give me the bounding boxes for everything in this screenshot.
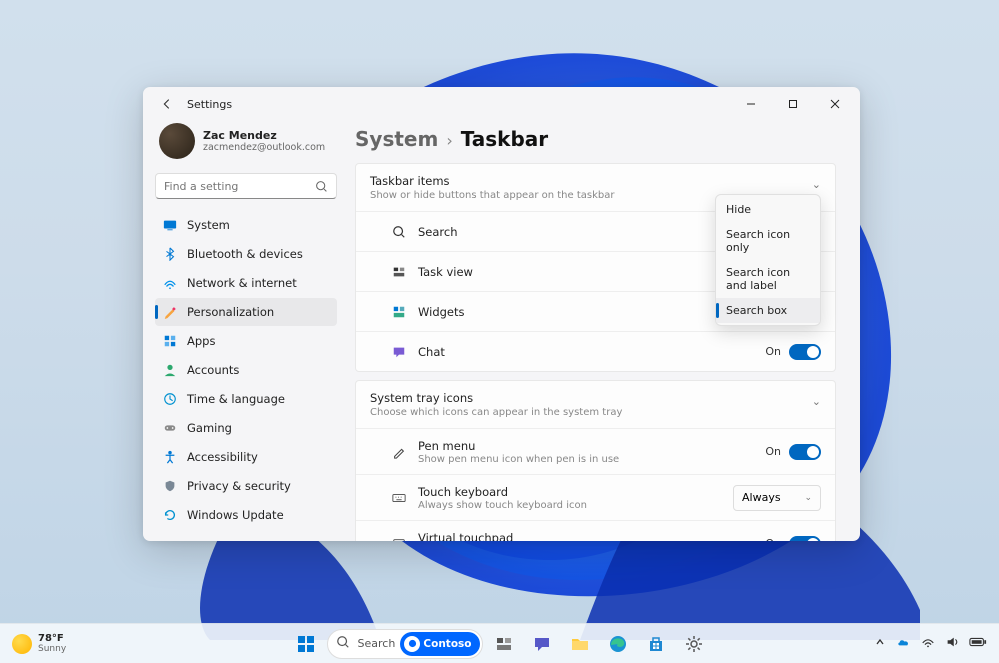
flyout-icon-label[interactable]: Search icon and label: [716, 260, 820, 298]
system-icon: [163, 218, 177, 232]
system-tray[interactable]: [874, 635, 987, 653]
nav-time[interactable]: Time & language: [155, 385, 337, 413]
chevron-down-icon: ⌄: [804, 493, 812, 503]
settings-search-input[interactable]: [164, 180, 315, 193]
search-icon: [392, 225, 406, 239]
nav-update[interactable]: Windows Update: [155, 501, 337, 529]
search-dropdown-flyout: Hide Search icon only Search icon and la…: [715, 194, 821, 326]
contoso-pill[interactable]: Contoso: [400, 632, 479, 656]
nav-apps[interactable]: Apps: [155, 327, 337, 355]
toggle-label: On: [765, 345, 781, 358]
org-icon: [404, 636, 420, 652]
group-system-tray: System tray icons Choose which icons can…: [355, 380, 836, 541]
nav-gaming[interactable]: Gaming: [155, 414, 337, 442]
volume-icon[interactable]: [945, 635, 959, 652]
profile-name: Zac Mendez: [203, 129, 325, 142]
chat-icon: [392, 345, 406, 359]
battery-icon[interactable]: [969, 636, 987, 651]
personalization-icon: [163, 305, 177, 319]
chat-toggle[interactable]: [789, 344, 821, 360]
sun-icon: [12, 634, 32, 654]
settings-button[interactable]: [677, 627, 711, 661]
flyout-hide[interactable]: Hide: [716, 197, 820, 222]
nav-personalization[interactable]: Personalization: [155, 298, 337, 326]
keyboard-icon: [392, 491, 406, 505]
search-icon: [336, 634, 354, 653]
nav-accounts[interactable]: Accounts: [155, 356, 337, 384]
profile-email: zacmendez@outlook.com: [203, 142, 325, 153]
flyout-search-box[interactable]: Search box: [716, 298, 820, 323]
group-taskbar-items: Taskbar items Show or hide buttons that …: [355, 163, 836, 372]
edge-button[interactable]: [601, 627, 635, 661]
chevron-down-icon: ⌄: [812, 395, 821, 408]
nav-privacy[interactable]: Privacy & security: [155, 472, 337, 500]
accessibility-icon: [163, 450, 177, 464]
wifi-icon[interactable]: [921, 635, 935, 652]
row-pen-menu[interactable]: Pen menuShow pen menu icon when pen is i…: [356, 428, 835, 474]
chat-button[interactable]: [525, 627, 559, 661]
touchpad-icon: [392, 537, 406, 542]
network-icon: [163, 276, 177, 290]
minimize-button[interactable]: [730, 90, 772, 118]
flyout-icon-only[interactable]: Search icon only: [716, 222, 820, 260]
main-content: System › Taskbar Taskbar items Show or h…: [343, 121, 860, 541]
row-touch-keyboard[interactable]: Touch keyboardAlways show touch keyboard…: [356, 474, 835, 520]
weather-widget[interactable]: 78°F Sunny: [12, 633, 66, 654]
settings-search-box[interactable]: [155, 173, 337, 199]
row-chat[interactable]: Chat On: [356, 331, 835, 371]
search-icon: [315, 180, 328, 193]
tray-chevron-icon[interactable]: [874, 636, 886, 651]
chevron-down-icon: ⌄: [812, 178, 821, 191]
gaming-icon: [163, 421, 177, 435]
back-button[interactable]: [153, 90, 181, 118]
titlebar: Settings: [143, 87, 860, 121]
maximize-button[interactable]: [772, 90, 814, 118]
sidebar: Zac Mendez zacmendez@outlook.com System …: [143, 121, 343, 541]
breadcrumb: System › Taskbar: [355, 121, 836, 163]
start-button[interactable]: [289, 627, 323, 661]
nav-bluetooth[interactable]: Bluetooth & devices: [155, 240, 337, 268]
profile-card[interactable]: Zac Mendez zacmendez@outlook.com: [155, 121, 337, 169]
settings-window: Settings Zac Mendez zacmendez@outlook.co…: [143, 87, 860, 541]
close-button[interactable]: [814, 90, 856, 118]
nav-system[interactable]: System: [155, 211, 337, 239]
pen-icon: [392, 445, 406, 459]
update-icon: [163, 508, 177, 522]
time-icon: [163, 392, 177, 406]
breadcrumb-current: Taskbar: [461, 127, 548, 151]
touchpad-toggle[interactable]: [789, 536, 821, 542]
privacy-icon: [163, 479, 177, 493]
widgets-icon: [392, 305, 406, 319]
group-header-system-tray[interactable]: System tray icons Choose which icons can…: [356, 381, 835, 428]
breadcrumb-parent[interactable]: System: [355, 127, 438, 151]
task-view-button[interactable]: [487, 627, 521, 661]
window-title: Settings: [187, 98, 232, 111]
group-header-taskbar-items[interactable]: Taskbar items Show or hide buttons that …: [356, 164, 835, 211]
nav-list: System Bluetooth & devices Network & int…: [155, 211, 337, 529]
onedrive-icon[interactable]: [896, 635, 911, 653]
avatar: [159, 123, 195, 159]
chevron-right-icon: ›: [446, 131, 452, 150]
apps-icon: [163, 334, 177, 348]
nav-accessibility[interactable]: Accessibility: [155, 443, 337, 471]
accounts-icon: [163, 363, 177, 377]
pen-toggle[interactable]: [789, 444, 821, 460]
touch-keyboard-dropdown[interactable]: Always ⌄: [733, 485, 821, 511]
task-view-icon: [392, 265, 406, 279]
taskbar: 78°F Sunny Search Contoso: [0, 623, 999, 663]
taskbar-search-box[interactable]: Search Contoso: [327, 629, 483, 659]
row-virtual-touchpad[interactable]: Virtual touchpadAlways show virtual touc…: [356, 520, 835, 541]
store-button[interactable]: [639, 627, 673, 661]
nav-network[interactable]: Network & internet: [155, 269, 337, 297]
bluetooth-icon: [163, 247, 177, 261]
explorer-button[interactable]: [563, 627, 597, 661]
